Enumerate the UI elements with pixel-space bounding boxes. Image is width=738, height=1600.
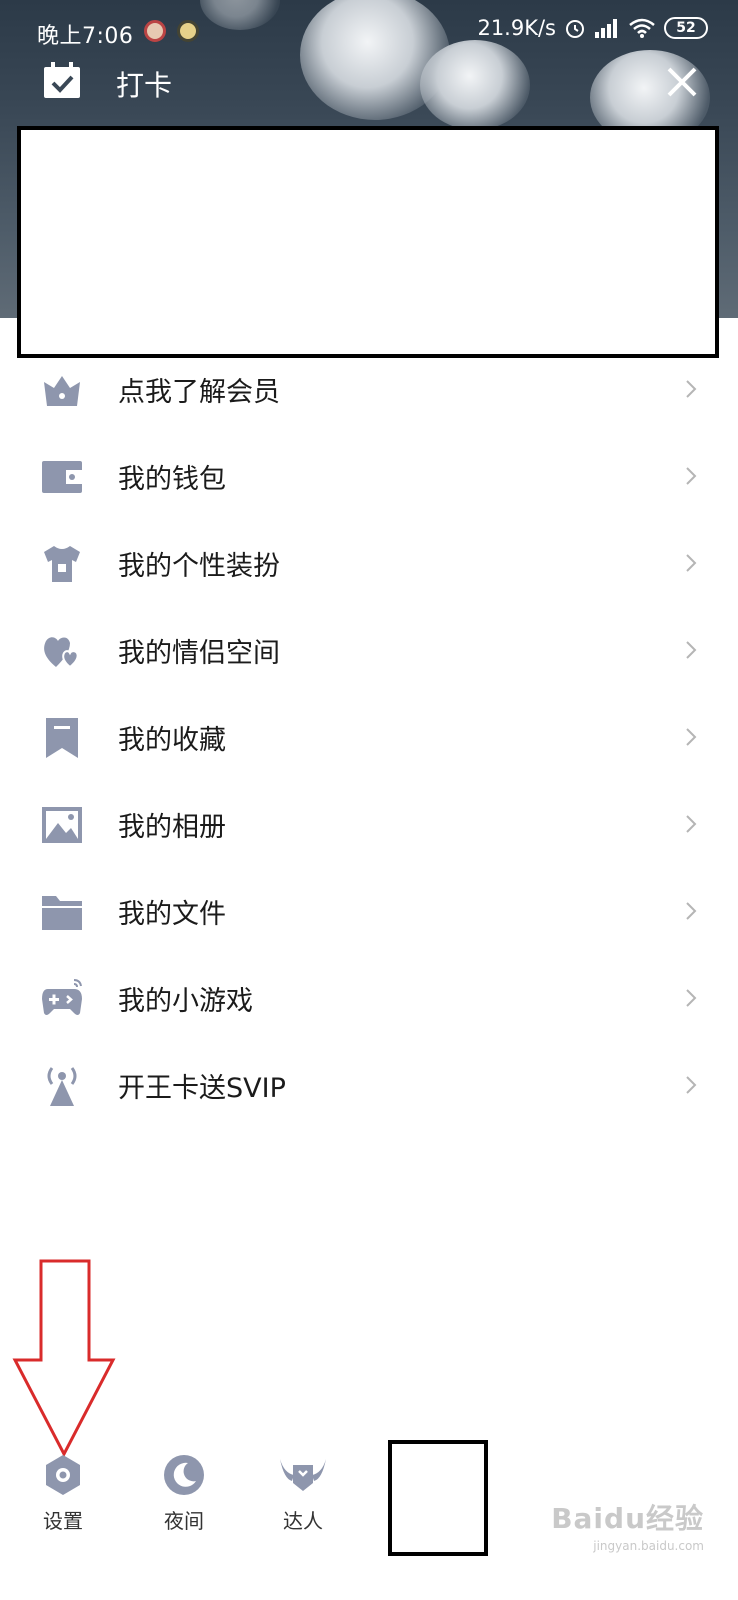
battery-indicator: 52 [664, 17, 708, 39]
chevron-right-icon [686, 815, 697, 833]
redacted-weather-box [388, 1440, 488, 1556]
menu-item-favorites[interactable]: 我的收藏 [0, 698, 738, 785]
chevron-right-icon [686, 554, 697, 572]
folder-icon [42, 896, 82, 930]
close-icon[interactable] [666, 66, 698, 98]
settings-button[interactable]: 设置 [23, 1445, 103, 1534]
settings-label: 设置 [43, 1509, 83, 1533]
status-bar: 晚上7:06 21.9K/s 52 [0, 0, 738, 66]
menu-item-label: 点我了解会员 [118, 377, 280, 408]
menu-item-personalize[interactable]: 我的个性装扮 [0, 524, 738, 611]
battery-level: 52 [676, 20, 696, 36]
menu-item-label: 我的钱包 [118, 464, 226, 495]
menu-item-couple-space[interactable]: 我的情侣空间 [0, 611, 738, 698]
menu-item-membership[interactable]: 点我了解会员 [0, 350, 738, 437]
chevron-right-icon [686, 989, 697, 1007]
chevron-right-icon [686, 1076, 697, 1094]
menu-item-album[interactable]: 我的相册 [0, 785, 738, 872]
winged-badge-icon [280, 1459, 326, 1491]
chevron-right-icon [686, 902, 697, 920]
menu-item-label: 开王卡送SVIP [118, 1073, 286, 1104]
menu-list: 点我了解会员 我的钱包 我的个性装扮 我的情侣空间 我的收藏 我的相册 我的文件… [0, 350, 738, 1133]
menu-item-label: 我的情侣空间 [118, 638, 280, 669]
bookmark-icon [46, 718, 78, 758]
expert-label: 达人 [283, 1509, 323, 1533]
moon-icon [164, 1455, 204, 1495]
night-mode-button[interactable]: 夜间 [144, 1445, 224, 1534]
signal-icon [595, 19, 617, 38]
expert-button[interactable]: 达人 [263, 1445, 343, 1534]
watermark-logo: Baidu经验 [551, 1502, 704, 1535]
menu-item-wallet[interactable]: 我的钱包 [0, 437, 738, 524]
watermark: Baidu经验 jingyan.baidu.com [551, 1497, 704, 1553]
watermark-url: jingyan.baidu.com [593, 1539, 704, 1553]
chevron-right-icon [686, 380, 697, 398]
shirt-icon [44, 546, 80, 582]
status-right-group: 21.9K/s 52 [477, 16, 708, 40]
gamepad-icon [42, 979, 82, 1015]
chevron-right-icon [686, 641, 697, 659]
crown-icon [44, 376, 80, 406]
wallet-icon [42, 461, 82, 493]
net-speed: 21.9K/s [477, 16, 556, 40]
night-label: 夜间 [164, 1509, 204, 1533]
menu-item-label: 我的个性装扮 [118, 551, 280, 582]
menu-item-king-card[interactable]: 开王卡送SVIP [0, 1046, 738, 1133]
alarm-icon [566, 20, 584, 38]
antenna-icon [47, 1067, 77, 1106]
redacted-profile-area [17, 126, 719, 358]
calendar-check-icon[interactable] [42, 62, 82, 100]
drawer-header: 打卡 [0, 58, 738, 108]
gear-icon [46, 1455, 80, 1495]
hearts-icon [44, 637, 79, 669]
menu-item-label: 我的小游戏 [118, 986, 253, 1017]
notification-icon [144, 20, 166, 42]
checkin-title[interactable]: 打卡 [116, 64, 172, 104]
annotation-arrow [12, 1259, 116, 1458]
menu-item-label: 我的收藏 [118, 725, 226, 756]
wifi-icon [629, 18, 655, 38]
chevron-right-icon [686, 467, 697, 485]
menu-item-files[interactable]: 我的文件 [0, 872, 738, 959]
notification-icon [177, 20, 199, 42]
menu-item-minigames[interactable]: 我的小游戏 [0, 959, 738, 1046]
status-time: 晚上7:06 [37, 24, 134, 49]
photo-icon [42, 807, 82, 843]
chevron-right-icon [686, 728, 697, 746]
menu-item-label: 我的文件 [118, 899, 226, 930]
menu-item-label: 我的相册 [118, 812, 226, 843]
